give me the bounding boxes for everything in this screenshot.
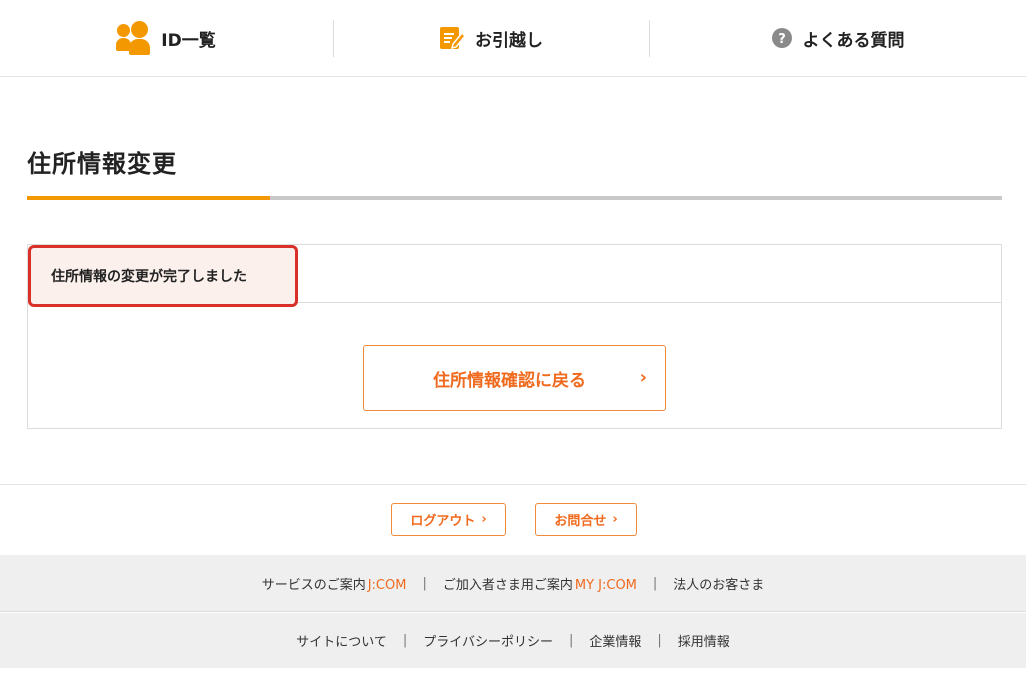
footer-link-business[interactable]: 法人のお客さま bbox=[673, 574, 764, 593]
chevron-right-icon: › bbox=[481, 512, 487, 527]
top-navigation: ID一覧 お引越し ? よくある質問 bbox=[0, 0, 1026, 77]
footer-link-service-label: サービスのご案内 bbox=[261, 577, 366, 593]
footer-separator: | bbox=[657, 633, 662, 648]
logout-label: ログアウト bbox=[410, 514, 476, 529]
svg-text:?: ? bbox=[778, 32, 786, 47]
completion-panel: 住所情報の変更が完了しました 住所情報確認に戻る › bbox=[27, 244, 1002, 429]
users-icon bbox=[116, 21, 151, 55]
footer-link-company[interactable]: 企業情報 bbox=[589, 631, 641, 650]
footer-separator: | bbox=[652, 575, 658, 591]
nav-moving[interactable]: お引越し bbox=[333, 0, 649, 76]
logout-button[interactable]: ログアウト › bbox=[391, 503, 506, 536]
nav-id-list-label: ID一覧 bbox=[161, 30, 216, 51]
footer-links-row-1: サービスのご案内 J:COM | ご加入者さま用ご案内 MY J:COM | 法人の… bbox=[0, 555, 1026, 612]
back-to-address-button[interactable]: 住所情報確認に戻る › bbox=[363, 345, 666, 411]
contact-label: お問合せ bbox=[554, 514, 607, 529]
moving-note-icon bbox=[439, 25, 467, 51]
footer-divider bbox=[0, 484, 1026, 485]
title-underline-accent bbox=[27, 196, 270, 200]
footer-link-service[interactable]: サービスのご案内 J:COM bbox=[262, 574, 407, 593]
footer-link-about-site[interactable]: サイトについて bbox=[296, 631, 387, 650]
footer-link-careers[interactable]: 採用情報 bbox=[678, 631, 730, 650]
footer-link-myjcom[interactable]: ご加入者さま用ご案内 MY J:COM bbox=[443, 574, 637, 593]
completion-message: 住所情報の変更が完了しました bbox=[28, 245, 298, 307]
footer-link-service-brand: J:COM bbox=[367, 577, 407, 593]
footer-separator: | bbox=[422, 575, 427, 591]
footer-separator: | bbox=[402, 633, 408, 648]
nav-faq[interactable]: ? よくある質問 bbox=[649, 0, 1026, 76]
nav-id-list[interactable]: ID一覧 bbox=[0, 0, 333, 76]
title-underline bbox=[27, 196, 1002, 200]
chevron-right-icon: › bbox=[639, 367, 647, 388]
question-icon: ? bbox=[771, 27, 793, 49]
footer-link-privacy[interactable]: プライバシーポリシー bbox=[423, 631, 553, 650]
footer-links-row-2: サイトについて | プライバシーポリシー | 企業情報 | 採用情報 bbox=[0, 613, 1026, 668]
page-title: 住所情報変更 bbox=[27, 150, 177, 178]
nav-faq-label: よくある質問 bbox=[802, 30, 905, 51]
footer-link-myjcom-brand: MY J:COM bbox=[574, 577, 637, 593]
chevron-right-icon: › bbox=[612, 512, 618, 527]
footer-separator: | bbox=[568, 633, 574, 648]
nav-moving-label: お引越し bbox=[475, 30, 543, 51]
back-to-address-label: 住所情報確認に戻る bbox=[433, 370, 586, 391]
contact-button[interactable]: お問合せ › bbox=[535, 503, 637, 536]
footer-link-myjcom-label: ご加入者さま用ご案内 bbox=[442, 577, 573, 593]
